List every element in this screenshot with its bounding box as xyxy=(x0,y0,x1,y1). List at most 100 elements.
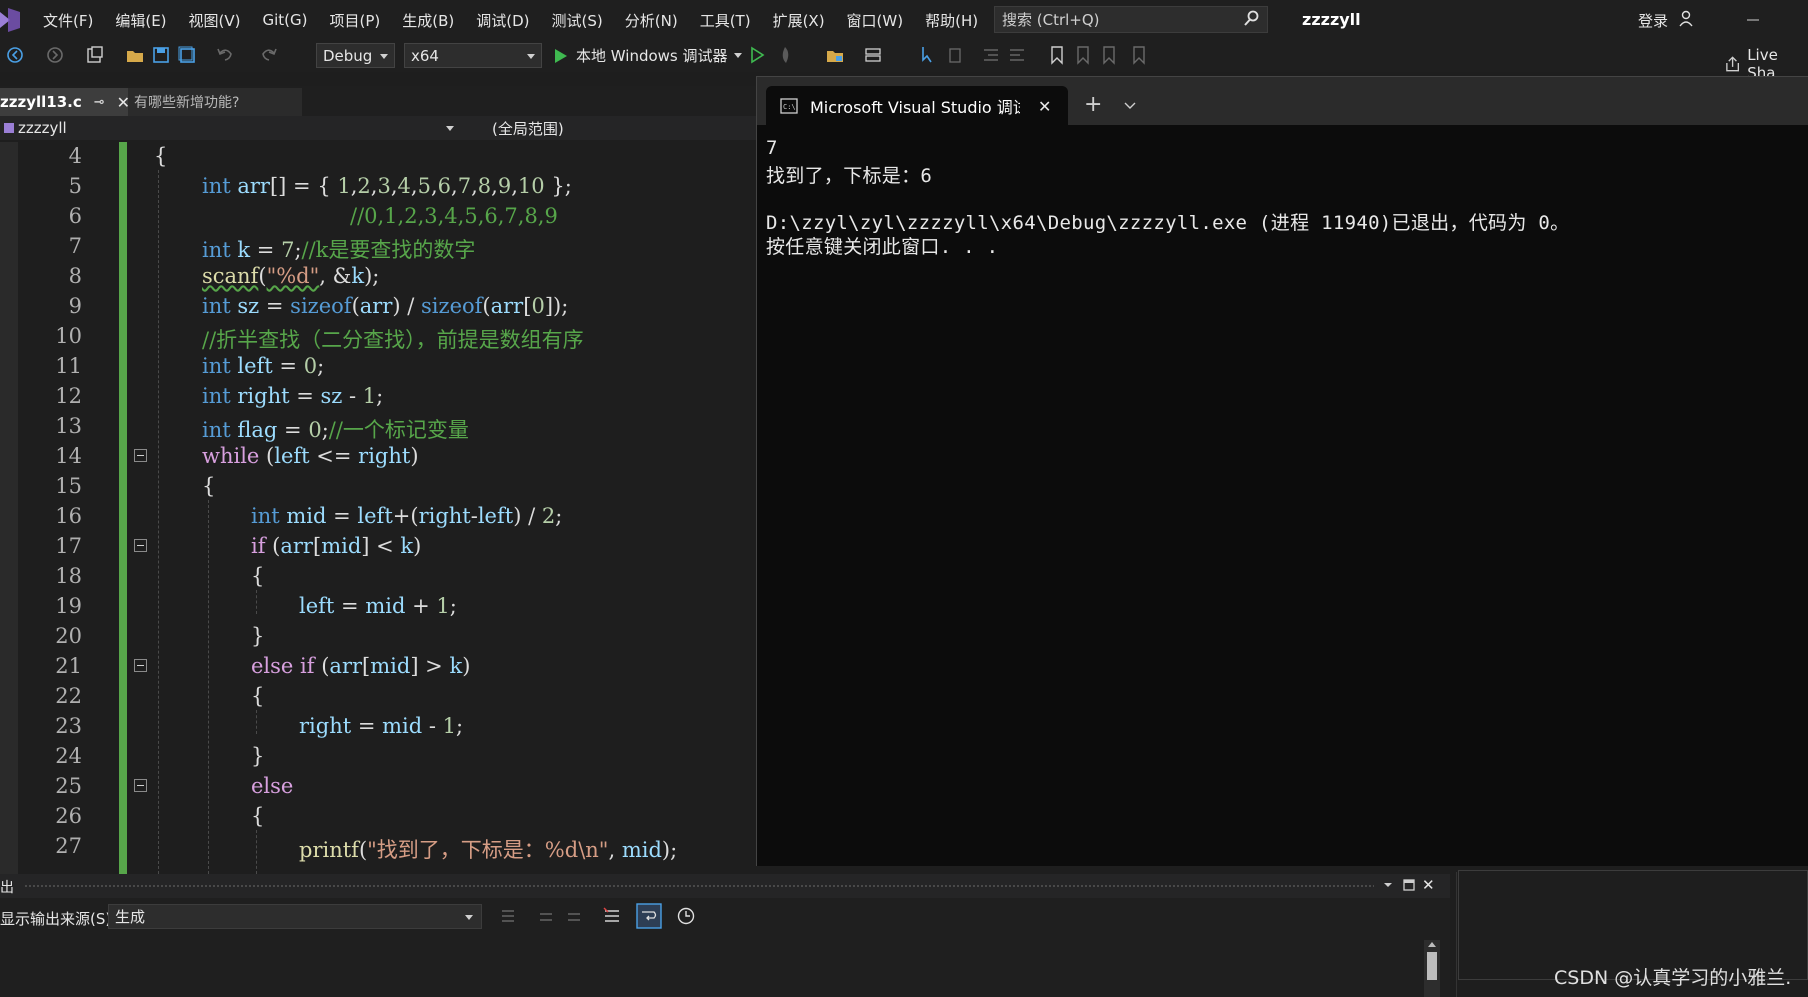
platform-select[interactable]: x64 xyxy=(404,43,542,68)
project-dropdown[interactable]: zzzzyll xyxy=(0,117,462,139)
account-icon[interactable] xyxy=(1678,9,1696,29)
menu-extensions[interactable]: 扩展(X) xyxy=(762,0,836,40)
start-debugging-button[interactable]: 本地 Windows 调试器 xyxy=(552,43,742,68)
share-icon xyxy=(1726,56,1740,72)
login-button[interactable]: 登录 xyxy=(1638,10,1668,31)
layout-icon[interactable] xyxy=(864,45,882,65)
collapse-icon[interactable] xyxy=(134,779,147,792)
search-placeholder: 搜索 (Ctrl+Q) xyxy=(1002,11,1100,29)
line-number: 22 xyxy=(55,684,82,708)
start-without-debugging-icon[interactable] xyxy=(748,45,766,65)
collapse-icon[interactable] xyxy=(134,539,147,552)
chevron-down-icon[interactable] xyxy=(1123,100,1137,110)
menu-file[interactable]: 文件(F) xyxy=(32,0,104,40)
scroll-thumb[interactable] xyxy=(1427,952,1437,980)
code-line-21: else if (arr[mid] > k) xyxy=(251,654,471,678)
next-message-icon[interactable] xyxy=(564,906,584,926)
code-line-16: int mid = left+(right-left) / 2; xyxy=(251,504,563,528)
menu-help[interactable]: 帮助(H) xyxy=(914,0,989,40)
code-line-20: } xyxy=(251,624,265,648)
menu-analyze[interactable]: 分析(N) xyxy=(614,0,689,40)
next-bookmark-icon[interactable] xyxy=(1100,45,1118,65)
editor-margin xyxy=(0,142,18,874)
undo-icon[interactable] xyxy=(216,45,234,65)
menu-items: 文件(F) 编辑(E) 视图(V) Git(G) 项目(P) 生成(B) 调试(… xyxy=(32,0,989,40)
collapse-icon[interactable] xyxy=(134,659,147,672)
search-icon xyxy=(1244,10,1259,26)
line-number: 21 xyxy=(55,654,82,678)
code-line-12: int right = sz - 1; xyxy=(202,384,384,408)
close-icon[interactable]: ✕ xyxy=(1422,876,1435,894)
menu-tools[interactable]: 工具(T) xyxy=(689,0,762,40)
tab-label: zzzyll13.c xyxy=(0,93,82,111)
open-folder-icon[interactable] xyxy=(126,45,144,65)
configuration-select[interactable]: Debug xyxy=(316,43,395,68)
debug-console-window[interactable] xyxy=(756,76,1808,866)
menu-build[interactable]: 生成(B) xyxy=(391,0,465,40)
menu-view[interactable]: 视图(V) xyxy=(178,0,252,40)
console-line: 7 xyxy=(766,137,778,159)
tab-zzzyll13-c[interactable]: zzzyll13.c ⊸ ✕ xyxy=(0,88,130,116)
menu-window[interactable]: 窗口(W) xyxy=(836,0,915,40)
code-line-22: { xyxy=(251,684,265,708)
menu-debug[interactable]: 调试(D) xyxy=(465,0,540,40)
scroll-up-icon[interactable] xyxy=(1427,940,1437,948)
line-number: 5 xyxy=(68,174,82,198)
code-line-14: while (left <= right) xyxy=(202,444,419,468)
console-tab[interactable]: C:\ Microsoft Visual Studio 调试 ✕ xyxy=(766,86,1068,126)
prev-bookmark-icon[interactable] xyxy=(1074,45,1092,65)
back-icon[interactable] xyxy=(6,45,24,65)
indent-guide xyxy=(256,830,257,874)
new-tab-icon[interactable]: + xyxy=(1084,92,1102,117)
pin-icon[interactable]: ⊸ xyxy=(94,95,105,110)
pointer-icon[interactable] xyxy=(920,45,938,65)
output-source-select[interactable]: 生成 xyxy=(108,904,482,929)
collapse-icon[interactable] xyxy=(134,449,147,462)
forward-icon[interactable] xyxy=(46,45,64,65)
clear-bookmarks-icon[interactable] xyxy=(1130,45,1148,65)
line-number: 14 xyxy=(55,444,82,468)
line-number: 25 xyxy=(55,774,82,798)
bookmark-icon[interactable] xyxy=(1048,45,1066,65)
format-icon[interactable] xyxy=(946,45,964,65)
hot-reload-icon[interactable] xyxy=(776,45,794,65)
code-line-25: else xyxy=(251,774,294,798)
minimize-icon[interactable] xyxy=(1740,8,1766,32)
project-name: zzzzyll xyxy=(18,119,67,137)
chevron-down-icon xyxy=(446,126,454,131)
scope-dropdown[interactable]: (全局范围) xyxy=(465,117,756,139)
maximize-icon[interactable] xyxy=(1402,878,1416,892)
menu-project[interactable]: 项目(P) xyxy=(319,0,392,40)
menu-test[interactable]: 测试(S) xyxy=(541,0,614,40)
tab-whats-new[interactable]: 有哪些新增功能? xyxy=(128,88,302,116)
goto-build-icon[interactable] xyxy=(498,906,518,926)
clock-icon[interactable] xyxy=(676,906,696,926)
search-input[interactable]: 搜索 (Ctrl+Q) xyxy=(994,6,1268,33)
code-line-23: right = mid - 1; xyxy=(299,714,464,738)
menu-git[interactable]: Git(G) xyxy=(252,0,319,40)
line-number: 8 xyxy=(68,264,82,288)
outdent-icon[interactable] xyxy=(982,45,1000,65)
word-wrap-icon[interactable] xyxy=(636,903,662,929)
save-all-icon[interactable] xyxy=(178,45,196,65)
new-project-icon[interactable] xyxy=(86,45,104,65)
project-icon xyxy=(4,123,14,133)
prev-message-icon[interactable] xyxy=(536,906,556,926)
indent-icon[interactable] xyxy=(1008,45,1026,65)
line-number: 13 xyxy=(55,414,82,438)
close-icon[interactable]: ✕ xyxy=(1038,97,1051,116)
line-number: 18 xyxy=(55,564,82,588)
chevron-down-icon xyxy=(733,53,742,58)
redo-icon[interactable] xyxy=(260,45,278,65)
visual-studio-logo-icon xyxy=(0,8,20,32)
drag-handle[interactable] xyxy=(24,884,1374,889)
save-icon[interactable] xyxy=(152,45,170,65)
line-number: 11 xyxy=(55,354,82,378)
clear-all-icon[interactable] xyxy=(602,906,622,926)
output-source-label: 显示输出来源(S): xyxy=(0,910,117,928)
solution-explorer-icon[interactable] xyxy=(826,45,844,65)
output-scrollbar[interactable] xyxy=(1424,940,1440,997)
menu-edit[interactable]: 编辑(E) xyxy=(104,0,177,40)
code-line-10: //折半查找（二分查找），前提是数组有序 xyxy=(202,328,584,352)
chevron-down-icon[interactable] xyxy=(1382,880,1394,890)
